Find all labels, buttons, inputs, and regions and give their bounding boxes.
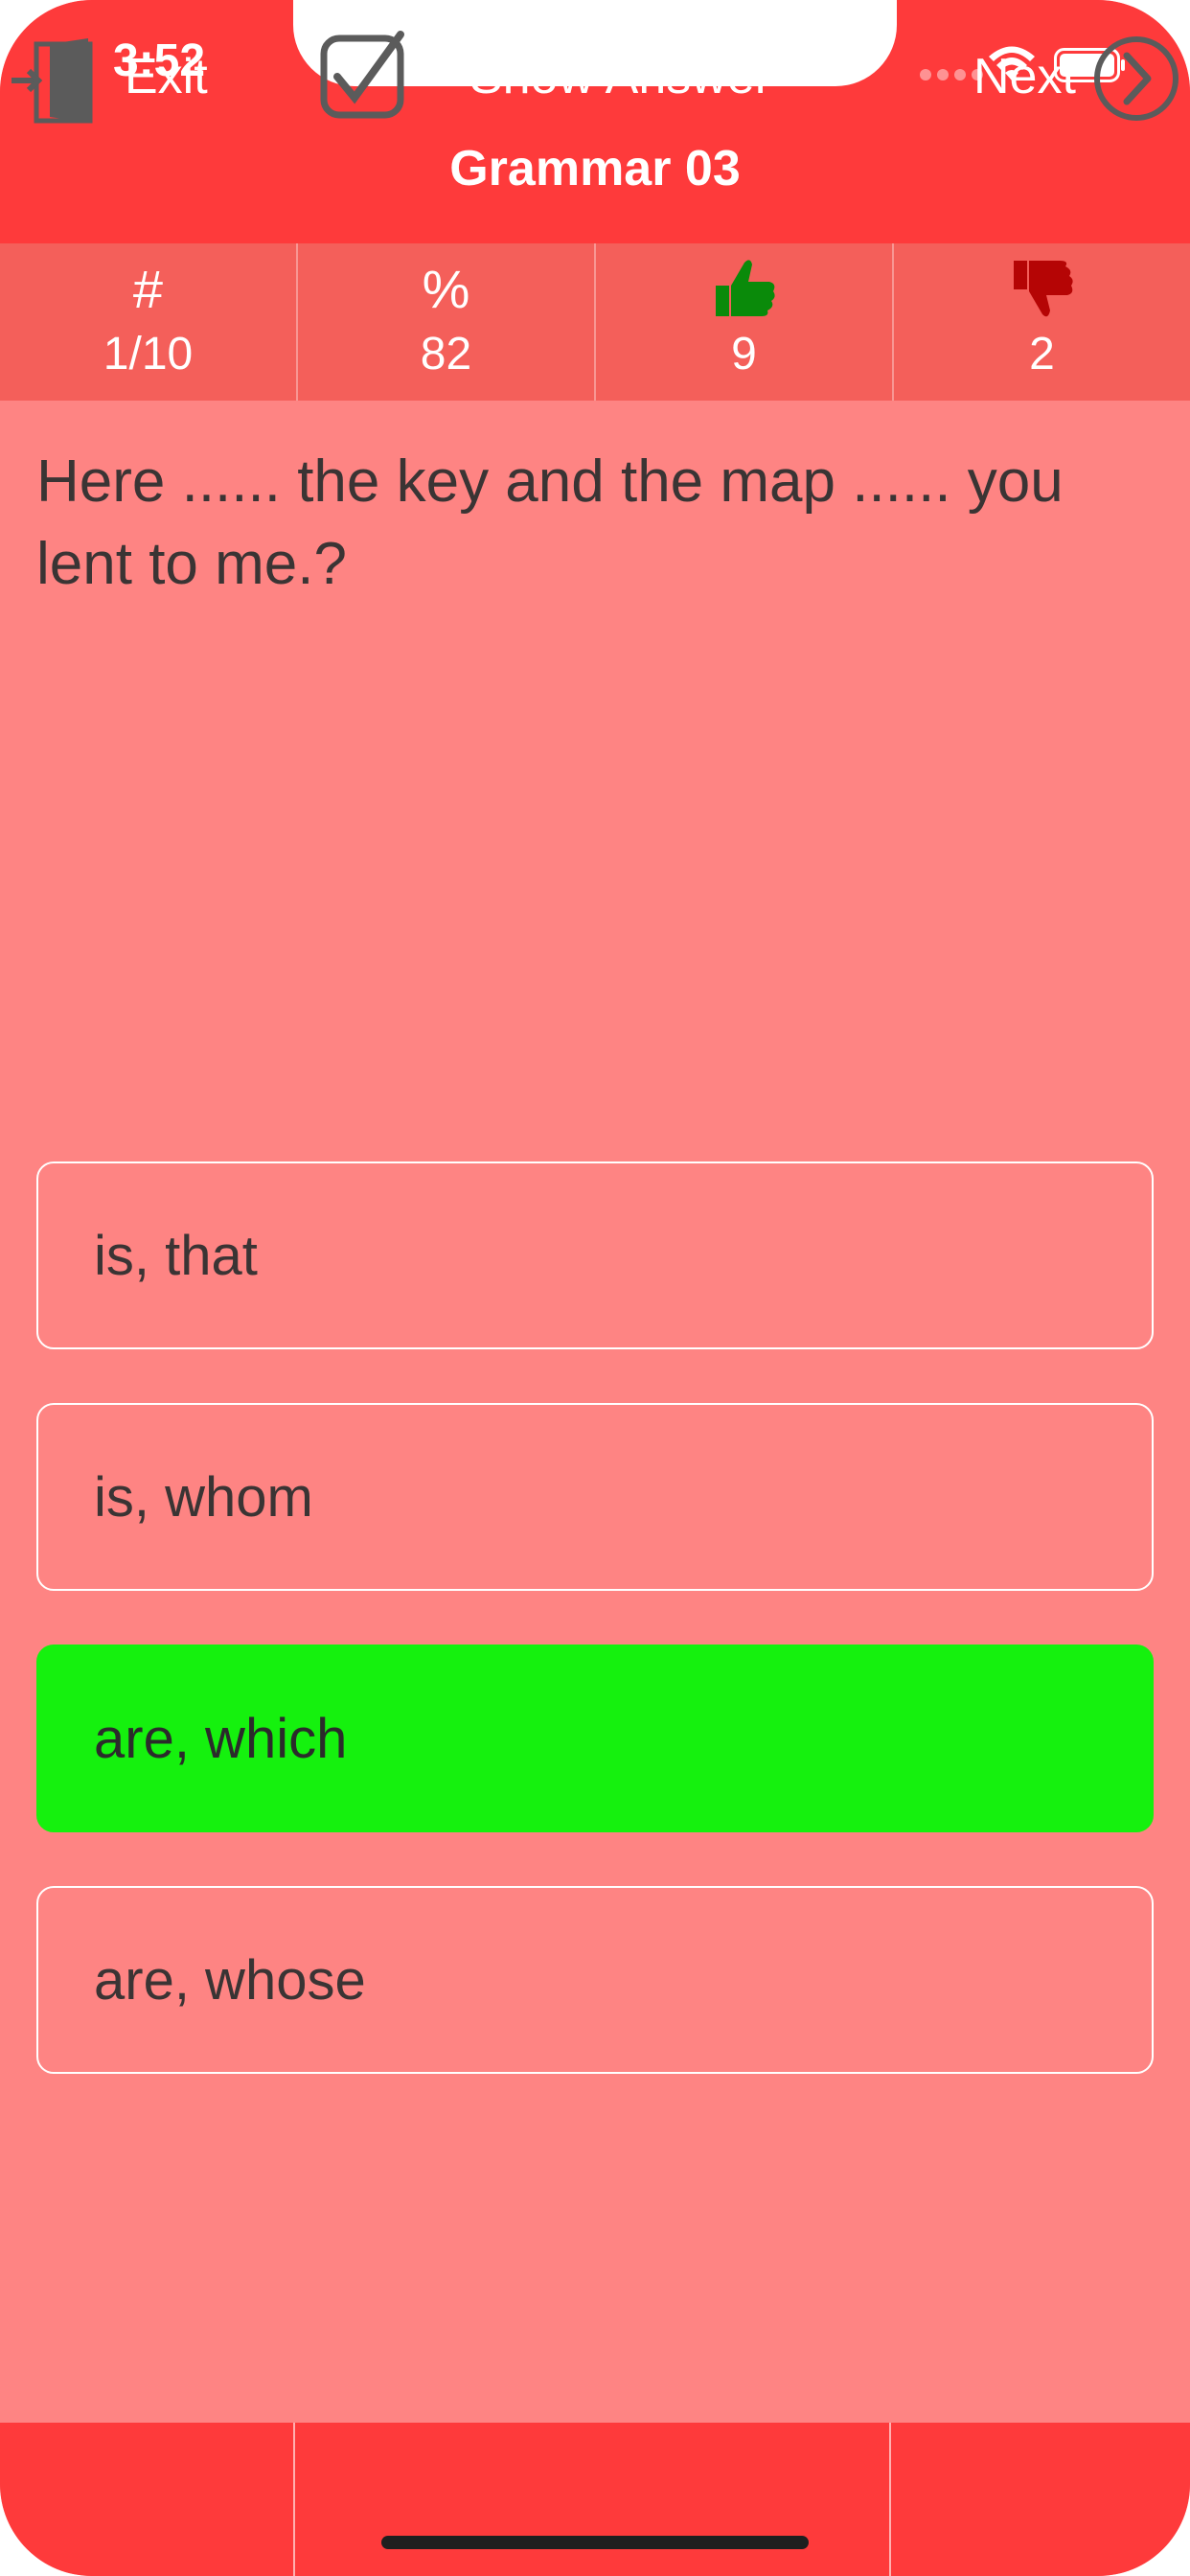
question-text: Here ...... the key and the map ...... y… xyxy=(36,448,1064,597)
thumbs-up-icon xyxy=(715,260,775,316)
stat-question-number: # 1/10 xyxy=(0,243,298,401)
hash-icon: # xyxy=(132,258,164,319)
percent-value: 82 xyxy=(420,329,472,380)
app-screen: 3:52 Grammar 03 # 1/10 % 82 9 2 Here ...… xyxy=(0,0,1190,2576)
chevron-right-circle-icon xyxy=(1094,36,1179,121)
page-title: Grammar 03 xyxy=(449,141,741,196)
stat-wrong: 2 xyxy=(894,243,1190,401)
stat-percent: % 82 xyxy=(298,243,596,401)
header: 3:52 Grammar 03 xyxy=(0,0,1190,243)
answer-option-4[interactable]: are, whose xyxy=(36,1886,1154,2074)
stat-correct: 9 xyxy=(596,243,894,401)
home-indicator xyxy=(381,2536,809,2549)
checkbox-check-icon xyxy=(320,31,404,119)
answer-option-1[interactable]: is, that xyxy=(36,1162,1154,1349)
next-label: Next xyxy=(973,49,1076,104)
thumbs-down-icon xyxy=(1013,261,1073,317)
exit-door-icon xyxy=(11,38,93,124)
bottom-toolbar xyxy=(0,2423,1190,2576)
exit-label: Exit xyxy=(125,49,208,104)
percent-icon: % xyxy=(422,258,470,319)
question-number-value: 1/10 xyxy=(103,329,194,380)
exit-button[interactable] xyxy=(0,2423,295,2576)
answer-option-2[interactable]: is, whom xyxy=(36,1403,1154,1591)
answer-option-3-correct[interactable]: are, which xyxy=(36,1644,1154,1832)
show-answer-button[interactable] xyxy=(295,2423,891,2576)
next-button[interactable] xyxy=(891,2423,1190,2576)
correct-count-value: 9 xyxy=(731,329,757,380)
answer-list: is, that is, whom are, which are, whose xyxy=(36,1162,1154,2128)
stats-bar: # 1/10 % 82 9 2 xyxy=(0,243,1190,401)
wrong-count-value: 2 xyxy=(1029,329,1055,380)
show-answer-label: Show Answer xyxy=(469,49,772,104)
